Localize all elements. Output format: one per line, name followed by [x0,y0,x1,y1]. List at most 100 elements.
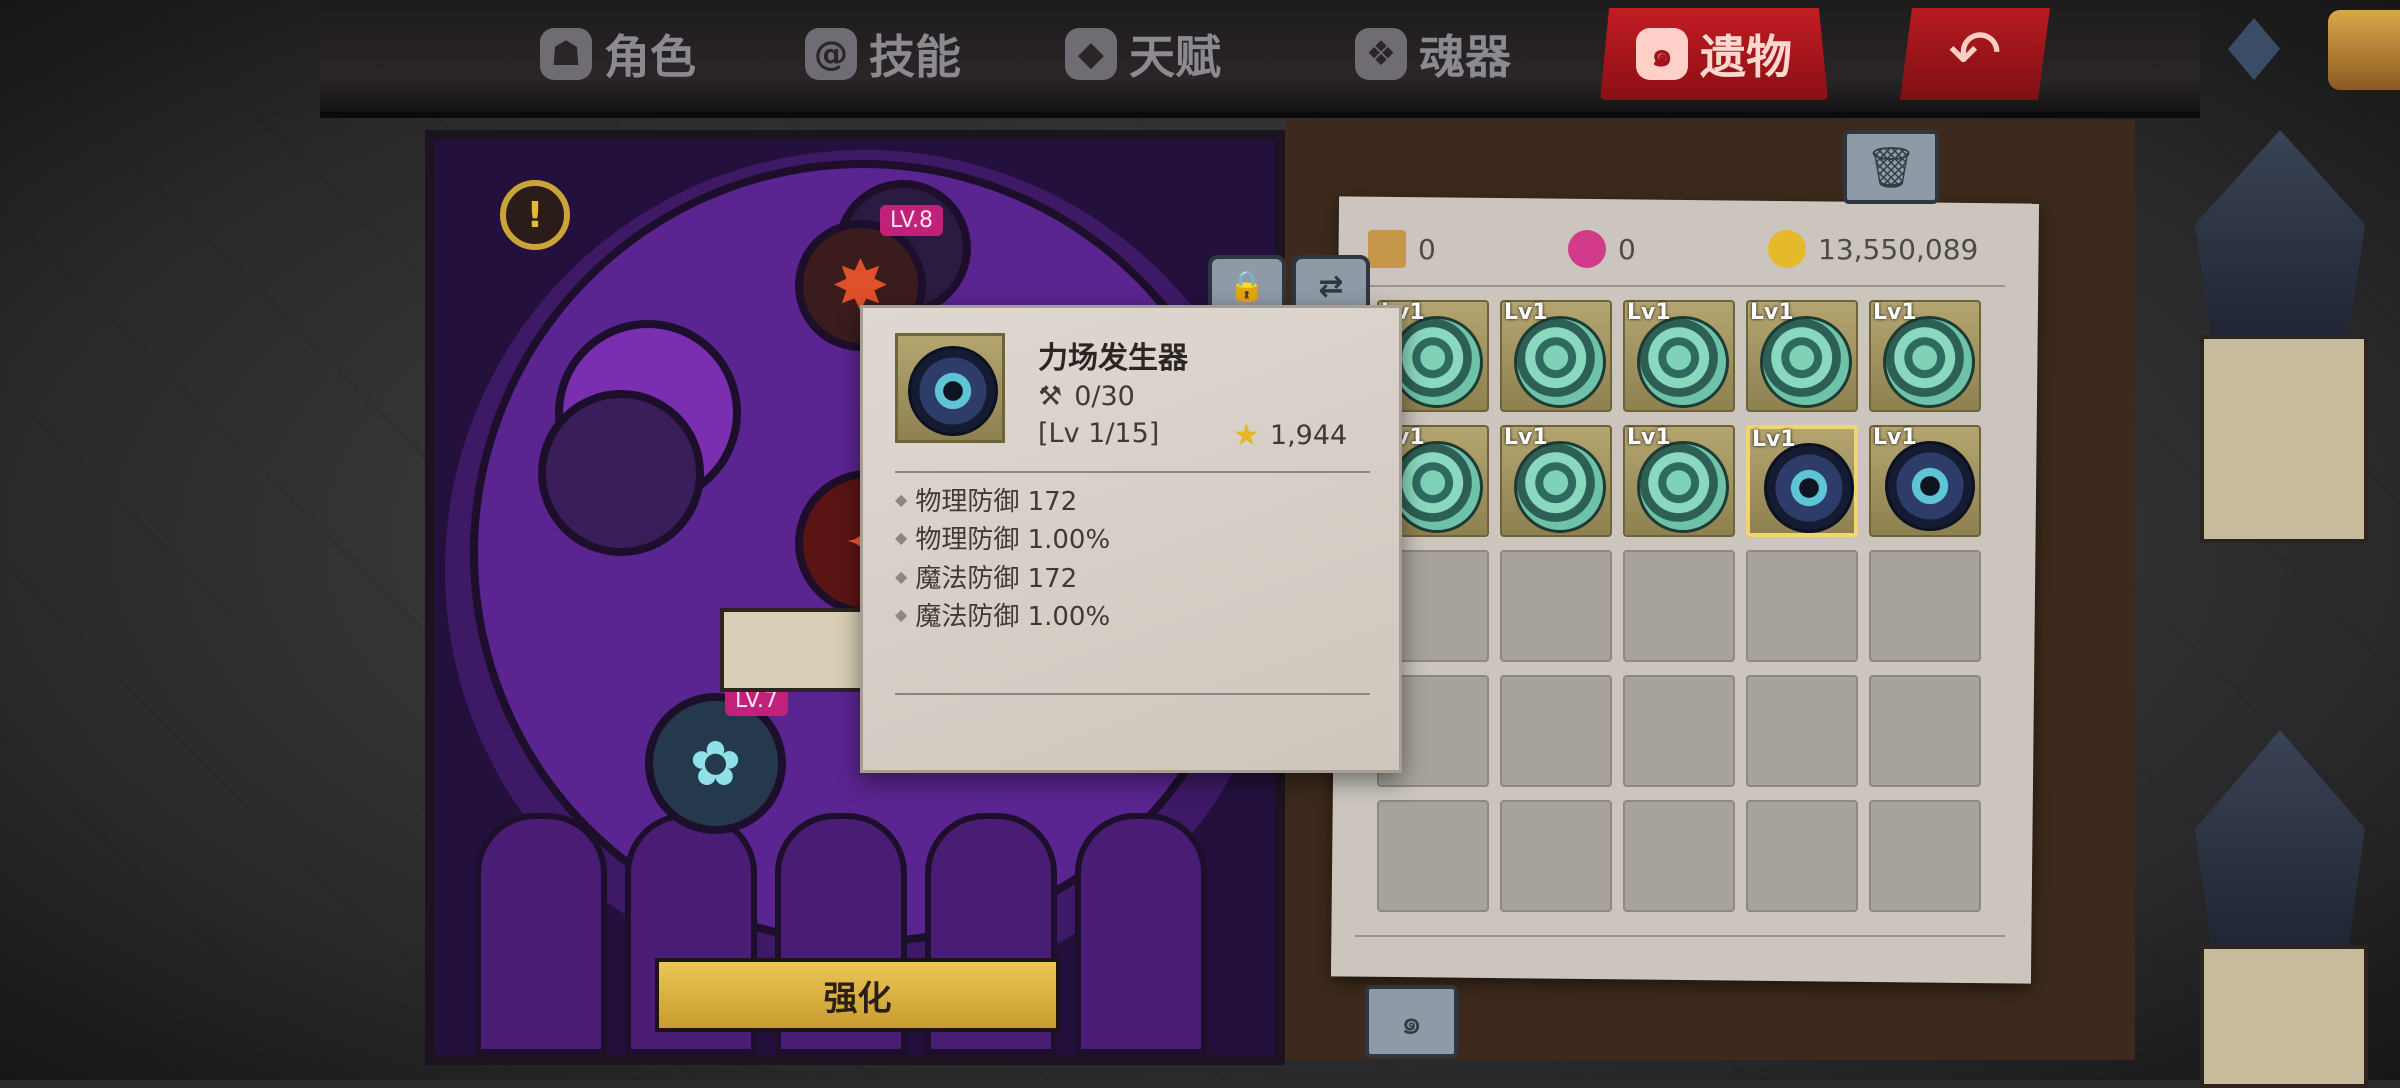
item-level: Lv1 [1627,425,1671,450]
swirl-relic-icon [1391,441,1483,533]
bullet-icon: ◆ [895,566,908,586]
divider [1355,285,2005,287]
tooltip-relic-icon [895,333,1005,443]
lock-icon: 🔒 [1228,268,1266,304]
helmet-icon: ☗ [540,28,592,80]
bullet-icon: ◆ [895,489,908,509]
empty-inventory-cell[interactable] [1869,800,1981,912]
inventory-cell[interactable]: Lv1 [1623,300,1735,412]
relic-icon: ๑ [1636,28,1688,80]
stat-text: 物理防御 172 [915,486,1078,517]
resource-gold: 13,550,089 [1768,230,1978,268]
resource-value: 0 [1618,232,1636,266]
bubble-relic-icon: ✿ [689,727,742,800]
resource-value: 0 [1418,232,1436,266]
back-button[interactable]: ↶ [1900,8,2050,100]
swap-icon: ⇄ [1318,268,1344,304]
empty-inventory-cell[interactable] [1377,800,1489,912]
swirl-relic-icon [1514,316,1606,408]
item-level: Lv1 [1752,427,1796,452]
stat-line: ◆ 物理防御 172 [895,480,1110,519]
item-level: Lv1 [1504,300,1548,325]
empty-inventory-cell[interactable] [1623,675,1735,787]
relic-name: 力场发生器 [1038,341,1188,376]
trash-button[interactable]: 🗑 [1843,130,1939,204]
resource-potion: 0 [1568,230,1636,268]
inventory-cell[interactable]: Lv1 [1500,300,1612,412]
divider [895,471,1370,473]
inventory-cell[interactable]: Lv1 [1869,300,1981,412]
divider [895,693,1370,695]
tab-skills[interactable]: @ 技能 [805,8,961,100]
relic-stats: ◆ 物理防御 172 ◆ 物理防御 1.00% ◆ 魔法防御 172 ◆ 魔法防御 1.… [895,480,1110,634]
skill-swirl-icon: @ [805,28,857,80]
relic-level: [Lv 1/15] [1038,418,1160,449]
tab-soul-vessel[interactable]: ❖ 魂器 [1355,8,1511,100]
potion-icon [1568,230,1606,268]
score-value: 1,944 [1269,420,1348,451]
inventory-cell[interactable]: Lv1 [1500,425,1612,537]
gold-coin-icon [1768,230,1806,268]
soul-vessel-icon: ❖ [1355,28,1407,80]
item-level: Lv1 [1504,425,1548,450]
empty-inventory-cell[interactable] [1869,675,1981,787]
force-field-generator-icon [1885,441,1975,531]
stat-line: ◆ 魔法防御 1.00% [895,596,1110,635]
hourglass-icon [1368,230,1406,268]
empty-relic-slot[interactable] [538,390,704,556]
empty-inventory-cell[interactable] [1746,800,1858,912]
stat-text: 魔法防御 1.00% [915,602,1111,633]
resource-hourglass: 0 [1368,230,1436,268]
info-hint-icon[interactable]: ! [500,180,570,250]
tab-soul-vessel-label: 魂器 [1419,30,1511,84]
empty-inventory-cell[interactable] [1500,800,1612,912]
tab-relic-label: 遗物 [1700,30,1792,84]
force-field-generator-icon [908,346,998,436]
lancet-window [475,813,607,1055]
stat-text: 魔法防御 172 [915,563,1078,594]
empty-inventory-cell[interactable] [1623,800,1735,912]
tab-talent[interactable]: ◆ 天赋 [1065,8,1221,100]
swirl-relic-icon [1637,316,1729,408]
treasure-chest-button[interactable] [2328,10,2400,90]
divider [1355,935,2005,937]
tab-relic[interactable]: ๑ 遗物 [1600,8,1828,100]
empty-inventory-cell[interactable] [1500,675,1612,787]
inventory-cell[interactable]: Lv1 [1869,425,1981,537]
inventory-cell[interactable]: Lv1 [1746,425,1858,537]
empty-inventory-cell[interactable] [1746,675,1858,787]
hammer-icon: ⚒ [1038,381,1063,412]
tab-character[interactable]: ☗ 角色 [540,8,696,100]
talent-icon: ◆ [1065,28,1117,80]
swirl-relic-icon [1391,316,1483,408]
star-icon: ★ [1233,418,1260,453]
pagoda-base [2200,945,2368,1088]
tab-skills-label: 技能 [869,30,961,84]
inventory-cell[interactable]: Lv1 [1746,300,1858,412]
lancet-window [1075,813,1207,1055]
tab-character-label: 角色 [604,30,696,84]
relic-filter-tab[interactable]: ๑ [1365,985,1458,1058]
durability-value: 0/30 [1074,381,1135,412]
swirl-relic-icon [1514,441,1606,533]
relic-inventory-grid: Lv1 Lv1 Lv1 Lv1 Lv1 Lv1 Lv1 Lv1 Lv1 Lv1 [1377,300,1981,912]
empty-inventory-cell[interactable] [1500,550,1612,662]
relic-durability: ⚒ 0/30 [1038,381,1135,412]
bullet-icon: ◆ [895,605,908,625]
swirl-relic-icon [1883,316,1975,408]
relic-icon: ๑ [1400,1002,1423,1043]
enhance-button[interactable]: 强化 [655,958,1060,1032]
slot-banner [720,608,878,692]
pagoda-base [2200,335,2368,543]
swirl-relic-icon [1760,316,1852,408]
stat-text: 物理防御 1.00% [915,525,1111,556]
empty-inventory-cell[interactable] [1869,550,1981,662]
back-arrow-icon: ↶ [1948,17,2002,91]
bullet-icon: ◆ [895,528,908,548]
inventory-cell[interactable]: Lv1 [1623,425,1735,537]
empty-inventory-cell[interactable] [1746,550,1858,662]
item-level: Lv1 [1627,300,1671,325]
force-field-generator-icon [1764,443,1854,533]
item-level: Lv1 [1750,300,1794,325]
empty-inventory-cell[interactable] [1623,550,1735,662]
